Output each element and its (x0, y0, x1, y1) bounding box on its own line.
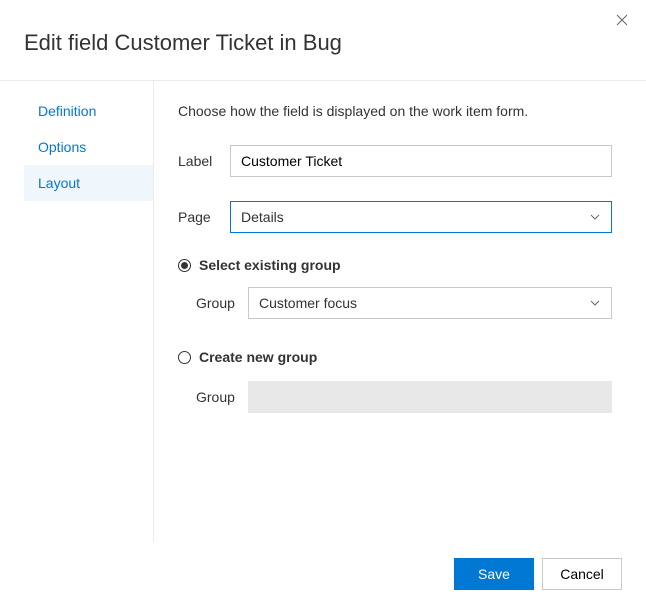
save-button[interactable]: Save (454, 558, 534, 590)
main-panel: Choose how the field is displayed on the… (154, 81, 622, 542)
radio-create-group[interactable]: Create new group (178, 349, 612, 365)
new-group-input (248, 381, 612, 413)
sidebar-item-definition[interactable]: Definition (24, 93, 153, 129)
chevron-down-icon (589, 211, 601, 223)
group-select-value: Customer focus (259, 295, 357, 311)
close-button[interactable] (612, 10, 632, 30)
dialog-footer: Save Cancel (24, 542, 622, 590)
label-input[interactable] (230, 145, 612, 177)
label-field-label: Label (178, 153, 230, 169)
group-select[interactable]: Customer focus (248, 287, 612, 319)
radio-existing-group[interactable]: Select existing group (178, 257, 612, 273)
radio-create-label: Create new group (199, 349, 317, 365)
close-icon (616, 14, 628, 26)
radio-existing-label: Select existing group (199, 257, 341, 273)
sidebar-item-layout[interactable]: Layout (24, 165, 153, 201)
sidebar: Definition Options Layout (24, 81, 154, 542)
page-field-label: Page (178, 209, 230, 225)
group-field-label: Group (196, 295, 248, 311)
radio-icon (178, 259, 191, 272)
panel-description: Choose how the field is displayed on the… (178, 103, 612, 119)
radio-icon (178, 351, 191, 364)
dialog-title: Edit field Customer Ticket in Bug (24, 30, 622, 56)
cancel-button[interactable]: Cancel (542, 558, 622, 590)
page-select-value: Details (241, 209, 284, 225)
chevron-down-icon (589, 297, 601, 309)
page-select[interactable]: Details (230, 201, 612, 233)
sidebar-item-options[interactable]: Options (24, 129, 153, 165)
new-group-field-label: Group (196, 389, 248, 405)
